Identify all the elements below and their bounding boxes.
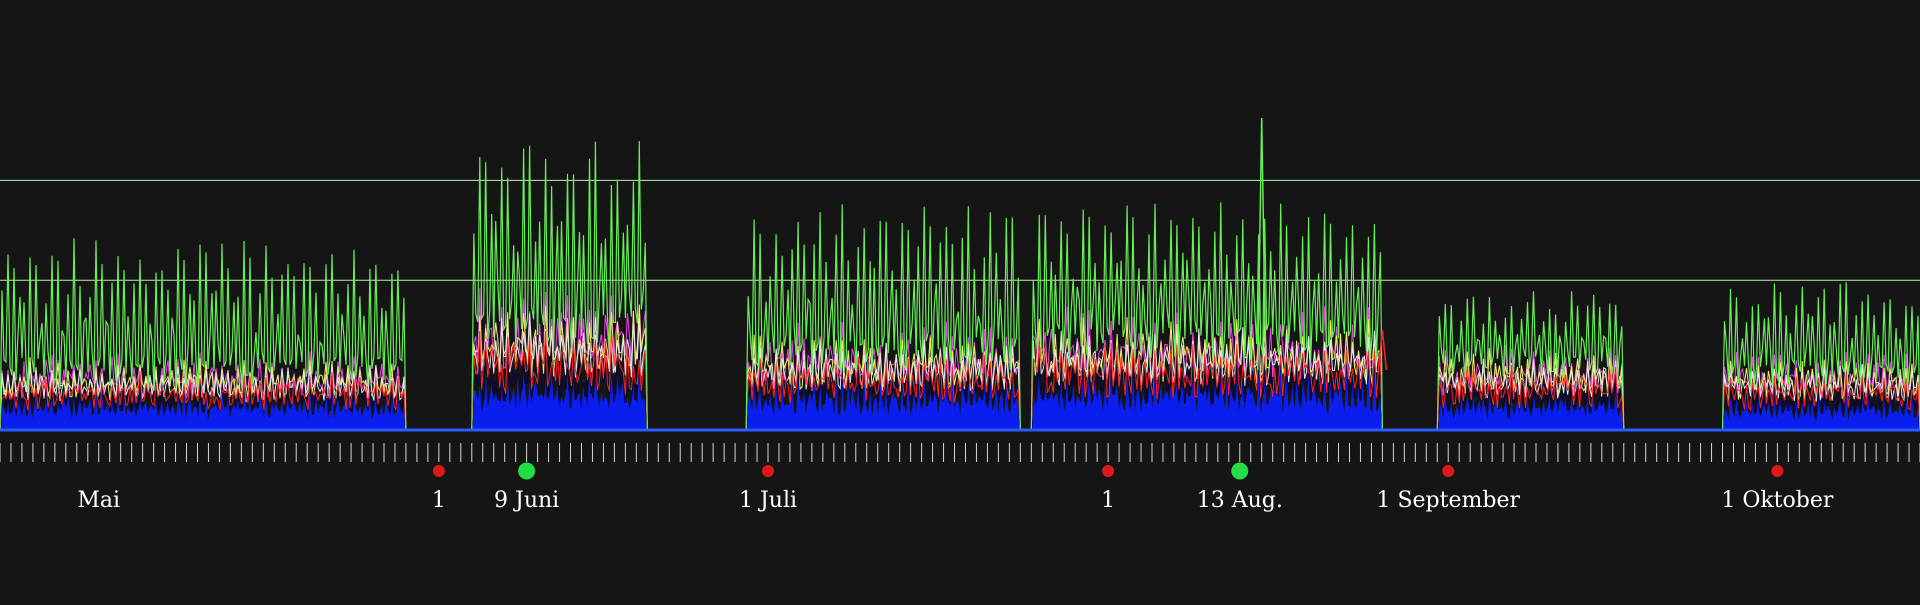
red-marker-3[interactable]: [762, 465, 774, 477]
day-ticks: [0, 443, 1920, 462]
series-green-3: [745, 204, 1021, 431]
timeline-chart: Mai 1 9 Juni 1 Juli 1 13 Aug. 1 September 1 Okt…: [0, 117, 1920, 513]
red-marker-7[interactable]: [1771, 465, 1784, 477]
date-label-2: 1: [432, 488, 446, 513]
date-label-7: 1 September: [1376, 488, 1520, 513]
red-marker-6[interactable]: [1442, 465, 1455, 477]
date-label-3: 9 Juni: [494, 488, 559, 513]
series-lines: [0, 117, 1920, 431]
date-label-1: Mai: [77, 488, 120, 513]
date-label-5: 1: [1101, 488, 1115, 513]
red-marker-4[interactable]: [1102, 465, 1115, 477]
date-label-8: 1 Oktober: [1721, 488, 1834, 513]
green-marker-5[interactable]: [1231, 462, 1249, 480]
spike-2: [1377, 330, 1388, 371]
date-label-4: 1 Juli: [739, 488, 797, 513]
date-labels: Mai 1 9 Juni 1 Juli 1 13 Aug. 1 September 1 Okt…: [77, 488, 1833, 513]
red-marker-1[interactable]: [432, 465, 445, 477]
green-marker-2[interactable]: [518, 462, 536, 480]
date-label-6: 13 Aug.: [1197, 488, 1283, 513]
date-markers[interactable]: [432, 462, 1784, 480]
